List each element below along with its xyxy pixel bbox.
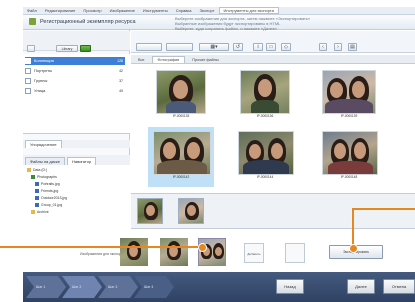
callout-marker xyxy=(198,243,207,252)
photo-thumbnail xyxy=(156,70,206,114)
menu-file[interactable]: Файл xyxy=(23,8,41,13)
thumbnail-label: IP-0000139 xyxy=(340,114,358,118)
tree-item[interactable]: Коллекция 128 xyxy=(25,57,125,65)
export-row-label: Изображения для экспорта xyxy=(80,252,125,256)
chevron-right-icon[interactable]: › xyxy=(334,43,342,51)
menu-export[interactable]: Экспорт xyxy=(195,8,218,13)
app-icon xyxy=(29,18,36,25)
checkbox-icon xyxy=(25,68,31,74)
file-tree-row[interactable]: Photographs xyxy=(31,174,57,180)
menu-export-tools[interactable]: Инструменты для экспорта xyxy=(218,7,279,14)
checkbox-icon xyxy=(25,78,31,84)
photo-thumbnail xyxy=(153,131,211,175)
grid-icon[interactable]: ▤ xyxy=(348,43,357,51)
tab-disk-files[interactable]: Файлы на диске xyxy=(25,157,65,165)
frame-icon[interactable]: □ xyxy=(266,43,276,51)
tab-navigator[interactable]: Навигатор xyxy=(66,157,97,165)
filter-icon[interactable]: ◇ xyxy=(281,43,291,51)
filmstrip-thumbnail[interactable] xyxy=(178,198,204,224)
left-tabs-top: Упорядочение xyxy=(23,140,130,148)
folder-icon xyxy=(31,175,35,179)
page-heading: Экспорт в HTML (ч. 1) xyxy=(0,0,415,7)
photo-thumbnail xyxy=(238,131,294,175)
filmstrip xyxy=(131,193,415,229)
image-file-icon xyxy=(35,189,39,193)
menu-view[interactable]: Просмотр xyxy=(79,8,105,13)
toolbar-button[interactable] xyxy=(166,43,193,51)
file-tree-row[interactable]: Friends.jpg xyxy=(35,188,58,194)
menu-tools[interactable]: Инструменты xyxy=(139,8,172,13)
add-button[interactable] xyxy=(80,45,91,52)
rotate-icon[interactable]: ↺ xyxy=(233,43,243,51)
thumbnail-cell[interactable]: IP-0000135 xyxy=(148,66,214,126)
wizard-step-label: Шаг 1 xyxy=(36,285,46,289)
image-file-icon xyxy=(35,182,39,186)
menu-image[interactable]: Изображение xyxy=(106,8,139,13)
export-thumbnail[interactable] xyxy=(120,238,148,266)
thumbnail-label: IP-0000135 xyxy=(172,114,190,118)
menu-help[interactable]: Справка xyxy=(172,8,196,13)
export-thumbnail[interactable] xyxy=(160,238,188,266)
thumbnail-cell[interactable]: IP-0000139 xyxy=(316,66,382,126)
toolbar-button[interactable] xyxy=(136,43,162,51)
thumbnail-label: IP-0000142 xyxy=(172,175,190,179)
chevron-left-icon[interactable]: ‹ xyxy=(319,43,327,51)
back-button[interactable]: Назад xyxy=(276,279,304,294)
callout-marker xyxy=(349,244,358,253)
tree-item[interactable]: Портреты 42 xyxy=(25,67,125,75)
file-tree-row[interactable]: Group_01.jpg xyxy=(35,202,62,208)
wizard-step-label: Шаг 3 xyxy=(108,285,118,289)
window-title: Регистрационный экземпляр ресурса xyxy=(40,19,136,25)
tree-item[interactable]: Улица 49 xyxy=(25,87,125,95)
file-tree-row[interactable]: Portraits.jpg xyxy=(35,181,60,187)
tree-item[interactable]: Группы 37 xyxy=(25,77,125,85)
folder-icon xyxy=(27,168,31,172)
file-tree-row[interactable]: Outdoor2013.jpg xyxy=(35,195,67,201)
thumbnail-label: IP-0000136 xyxy=(256,114,274,118)
menu-bar: Файл Редактирование Просмотр Изображение… xyxy=(23,7,415,15)
new-folder-button[interactable] xyxy=(27,45,35,52)
callout-line xyxy=(352,208,415,210)
file-tree-row[interactable]: Archive xyxy=(31,209,49,215)
tab-all[interactable]: Все xyxy=(133,57,150,63)
next-button[interactable]: Далее xyxy=(347,279,375,294)
photo-thumbnail xyxy=(322,70,376,114)
thumbnail-label: IP-0000148 xyxy=(340,175,358,179)
photo-thumbnail xyxy=(322,131,378,175)
tab-organize[interactable]: Упорядочение xyxy=(25,140,62,148)
menu-edit[interactable]: Редактирование xyxy=(41,8,79,13)
wizard-step-label: Шаг 2 xyxy=(72,285,82,289)
tab-other-files[interactable]: Прочие файлы xyxy=(187,57,223,63)
thumbnail-cell[interactable]: IP-0000136 xyxy=(232,66,298,126)
filmstrip-thumbnail[interactable] xyxy=(137,198,163,224)
export-empty-slot[interactable] xyxy=(285,243,305,263)
image-file-icon xyxy=(35,203,39,207)
library-button[interactable]: Library xyxy=(56,45,78,52)
thumbnail-label: IP-0000144 xyxy=(256,175,274,179)
thumbnail-cell[interactable]: IP-0000144 xyxy=(232,127,298,187)
export-add-slot[interactable]: Добавить ещё xyxy=(244,243,264,276)
thumbnail-cell-selected[interactable]: IP-0000142 xyxy=(148,127,214,187)
callout-line xyxy=(352,208,354,248)
left-tabs-bottom: Файлы на диске Навигатор xyxy=(23,155,130,165)
tab-photos[interactable]: Фотографии xyxy=(151,56,186,63)
view-mode-dropdown[interactable]: ▦▾ xyxy=(199,43,229,51)
view-tabs: Все Фотографии Прочие файлы xyxy=(131,55,415,64)
photo-thumbnail xyxy=(240,70,290,114)
file-tree-row[interactable]: Data (D:) xyxy=(27,167,47,173)
callout-line xyxy=(0,246,205,248)
cancel-button[interactable]: Отмена xyxy=(383,279,415,294)
checkbox-icon xyxy=(25,58,31,64)
wizard-step-label: Шаг 4 xyxy=(144,285,154,289)
checkbox-icon xyxy=(25,88,31,94)
folder-icon xyxy=(31,210,35,214)
image-file-icon xyxy=(35,196,39,200)
thumbnail-cell[interactable]: IP-0000148 xyxy=(316,127,382,187)
info-icon[interactable]: i xyxy=(253,43,263,51)
